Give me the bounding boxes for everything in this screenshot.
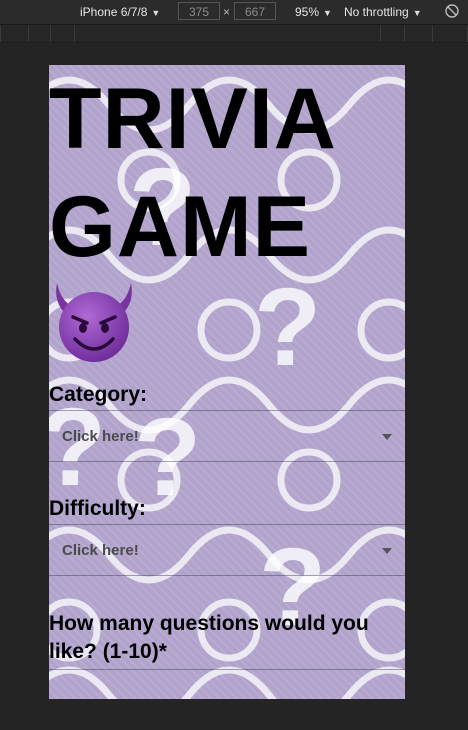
media-query-segment[interactable] bbox=[28, 25, 50, 42]
height-input[interactable]: 667 bbox=[234, 2, 276, 20]
question-count-label: How many questions would you like? (1-10… bbox=[49, 612, 369, 663]
chevron-down-icon: ▼ bbox=[412, 8, 422, 18]
chevron-down-icon bbox=[382, 434, 392, 440]
zoom-select[interactable]: 95% ▼ bbox=[295, 4, 332, 20]
rotate-icon[interactable] bbox=[444, 3, 460, 19]
media-query-segment[interactable] bbox=[0, 25, 28, 42]
media-query-bar[interactable] bbox=[0, 25, 468, 43]
difficulty-placeholder: Click here! bbox=[62, 542, 139, 559]
media-query-segment[interactable] bbox=[432, 25, 468, 42]
category-select[interactable]: Click here! bbox=[49, 410, 405, 462]
difficulty-select[interactable]: Click here! bbox=[49, 524, 405, 576]
title-line: GAME bbox=[49, 179, 311, 275]
question-count-input[interactable] bbox=[49, 669, 405, 670]
media-query-segment[interactable] bbox=[74, 25, 380, 42]
device-viewport: ? ? ? ? ? TRIVIA GAME bbox=[49, 65, 405, 699]
difficulty-label: Difficulty: bbox=[49, 497, 146, 520]
svg-text:?: ? bbox=[254, 266, 321, 389]
device-select[interactable]: iPhone 6/7/8 ▼ bbox=[80, 4, 160, 20]
media-query-segment[interactable] bbox=[404, 25, 432, 42]
media-query-segment[interactable] bbox=[380, 25, 404, 42]
category-label: Category: bbox=[49, 383, 148, 406]
devtools-toolbar: iPhone 6/7/8 ▼ 375 × 667 95% ▼ No throttli… bbox=[0, 0, 468, 25]
page-title: TRIVIA GAME bbox=[49, 65, 405, 281]
chevron-down-icon bbox=[382, 548, 392, 554]
dimension-separator: × bbox=[223, 5, 231, 19]
smiling-face-with-horns-icon bbox=[56, 283, 132, 362]
media-query-segment[interactable] bbox=[50, 25, 74, 42]
title-line: TRIVIA bbox=[49, 71, 337, 167]
chevron-down-icon: ▼ bbox=[151, 8, 161, 18]
chevron-down-icon: ▼ bbox=[323, 8, 332, 18]
zoom-label: 95% bbox=[295, 5, 320, 19]
throttling-select[interactable]: No throttling ▼ bbox=[344, 4, 422, 20]
viewport-gutter bbox=[405, 65, 468, 699]
category-placeholder: Click here! bbox=[62, 428, 139, 445]
width-input[interactable]: 375 bbox=[178, 2, 220, 20]
device-label: iPhone 6/7/8 bbox=[80, 5, 148, 19]
throttling-label: No throttling bbox=[344, 5, 409, 19]
